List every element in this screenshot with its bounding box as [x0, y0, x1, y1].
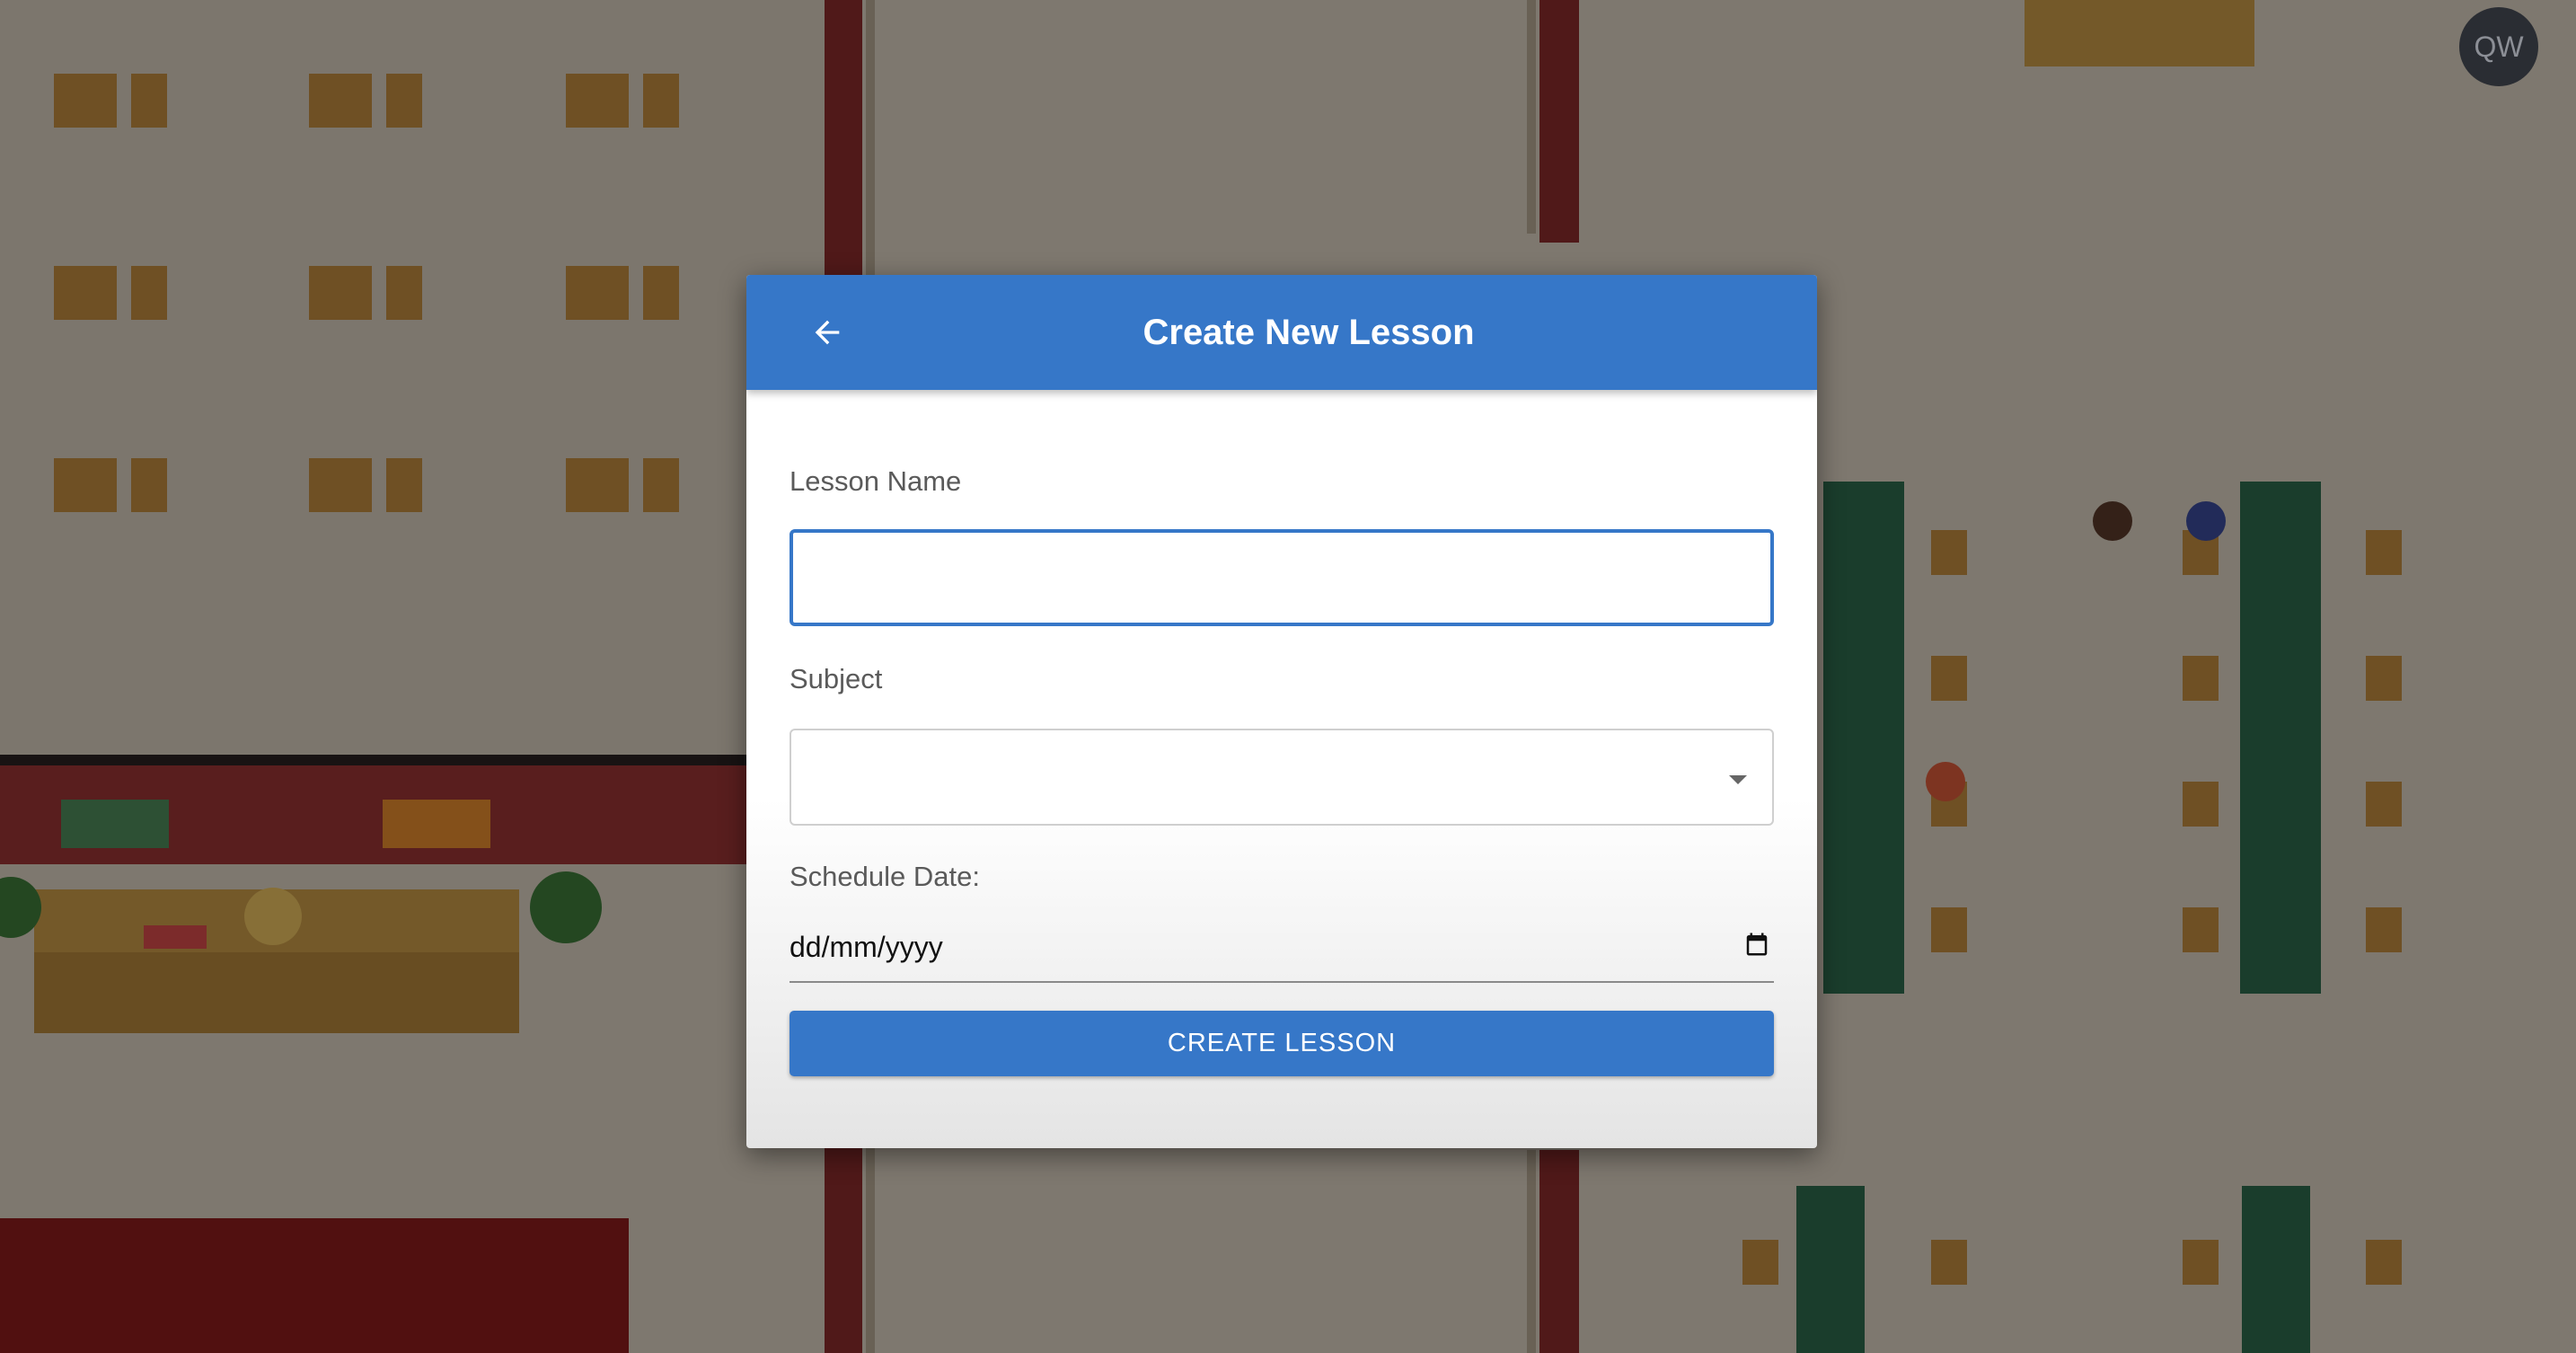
calendar-icon[interactable]: [1743, 931, 1770, 958]
dialog-title: Create New Lesson: [1142, 312, 1475, 352]
lesson-name-label: Lesson Name: [790, 465, 962, 497]
caret-down-icon: [1729, 775, 1747, 784]
user-avatar[interactable]: QW: [2459, 7, 2538, 86]
date-placeholder: dd/mm/yyyy: [790, 931, 943, 963]
subject-select[interactable]: [790, 729, 1774, 826]
schedule-date-label: Schedule Date:: [790, 861, 980, 892]
arrow-left-icon: [815, 320, 840, 345]
back-button[interactable]: [802, 307, 852, 358]
create-lesson-dialog: Create New Lesson Lesson Name Subject Sc…: [746, 275, 1817, 1148]
schedule-date-input[interactable]: dd/mm/yyyy: [790, 922, 1774, 983]
subject-label: Subject: [790, 663, 883, 694]
create-lesson-button[interactable]: CREATE LESSON: [790, 1011, 1774, 1076]
lesson-name-input[interactable]: [790, 529, 1774, 626]
dialog-header: Create New Lesson: [746, 275, 1817, 390]
